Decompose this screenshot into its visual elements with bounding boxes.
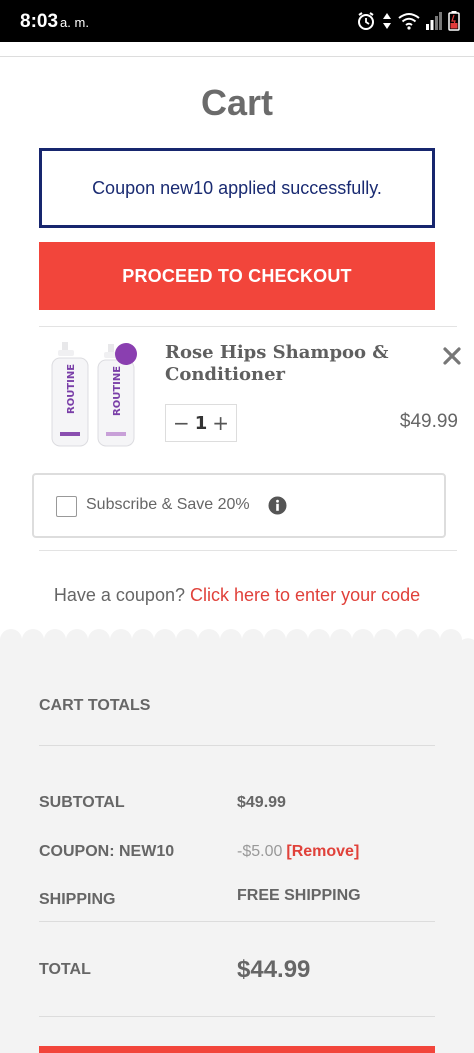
shampoo-bottle: ROUTINE: [51, 342, 89, 447]
total-value: $44.99: [237, 956, 311, 983]
subscribe-label[interactable]: Subscribe & Save 20%: [86, 496, 250, 514]
subtotal-value: $49.99: [237, 794, 286, 811]
product-name[interactable]: Rose Hips Shampoo & Conditioner: [165, 342, 395, 386]
battery-icon: [448, 11, 460, 31]
bottle-label-right: ROUTINE: [112, 366, 123, 416]
status-ampm: a. m.: [60, 15, 89, 30]
total-label: TOTAL: [39, 961, 91, 978]
subscribe-save-option[interactable]: Subscribe & Save 20%: [32, 473, 446, 538]
quantity-increase-button[interactable]: +: [212, 413, 229, 433]
status-time-value: 8:03: [20, 11, 59, 32]
enter-coupon-link[interactable]: Click here to enter your code: [190, 585, 420, 605]
bottle-label-left: ROUTINE: [66, 364, 77, 414]
cart-totals-heading: CART TOTALS: [39, 697, 151, 714]
header-divider: [0, 56, 474, 57]
bottom-checkout-button-edge[interactable]: [39, 1046, 435, 1053]
wifi-icon: [398, 13, 420, 30]
remove-coupon-link[interactable]: [Remove]: [286, 843, 359, 860]
coupon-label: COUPON: NEW10: [39, 843, 175, 860]
alarm-icon: [358, 12, 374, 30]
line-item-price: $49.99: [399, 411, 458, 432]
signal-icon: [426, 12, 442, 30]
coupon-prompt: Have a coupon? Click here to enter your …: [0, 585, 474, 606]
status-time: 8:03 a. m.: [20, 11, 89, 33]
totals-divider-3: [39, 1016, 435, 1017]
page-title: Cart: [200, 82, 274, 123]
product-image: ROUTINE ROUTINE: [51, 342, 137, 447]
info-icon[interactable]: [268, 496, 287, 515]
subscribe-checkbox[interactable]: [56, 496, 77, 517]
totals-divider-1: [39, 745, 435, 746]
subtotal-label: SUBTOTAL: [39, 794, 125, 811]
data-arrows-icon: [383, 13, 391, 29]
item-divider-top: [39, 326, 457, 327]
proceed-to-checkout-button[interactable]: PROCEED TO CHECKOUT: [39, 242, 435, 310]
remove-item-icon[interactable]: [442, 346, 462, 366]
coupon-amount: -$5.00 [Remove]: [237, 843, 359, 861]
item-divider-bottom: [39, 550, 457, 551]
status-bar: 8:03 a. m.: [0, 0, 474, 42]
quantity-decrease-button[interactable]: −: [173, 413, 190, 433]
status-icons: [356, 10, 460, 32]
checkout-button-label: PROCEED TO CHECKOUT: [122, 265, 352, 286]
quantity-stepper[interactable]: − 1 +: [165, 404, 237, 442]
coupon-prompt-text: Have a coupon?: [53, 585, 185, 605]
coupon-value: -$5.00: [237, 843, 283, 860]
notice-text: Coupon new10 applied successfully.: [92, 177, 382, 198]
shipping-label: SHIPPING: [39, 891, 116, 908]
shipping-value: FREE SHIPPING: [237, 887, 361, 904]
product-badge: [115, 343, 137, 365]
coupon-success-notice: Coupon new10 applied successfully.: [39, 148, 435, 228]
totals-divider-2: [39, 921, 435, 922]
quantity-value[interactable]: 1: [195, 413, 208, 434]
